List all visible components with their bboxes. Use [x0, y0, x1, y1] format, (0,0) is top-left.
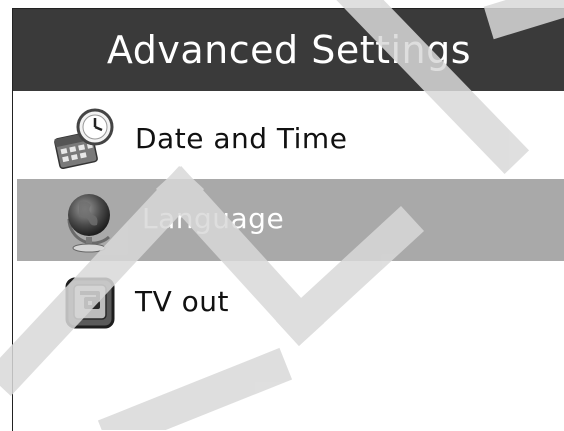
page-title: Advanced Settings	[13, 9, 564, 91]
menu-item-label: Language	[142, 202, 285, 235]
menu-item-tv-out[interactable]: TV out	[13, 261, 564, 343]
menu-item-label: TV out	[135, 285, 230, 318]
menu-item-label: Date and Time	[135, 122, 348, 155]
menu-item-language[interactable]: Language	[17, 179, 564, 261]
globe-icon	[57, 185, 127, 255]
settings-screen: Advanced Settings Date and Time Language…	[12, 8, 564, 431]
calendar-clock-icon	[49, 105, 119, 175]
tv-out-icon	[63, 275, 119, 331]
menu-item-date-and-time[interactable]: Date and Time	[13, 97, 564, 179]
